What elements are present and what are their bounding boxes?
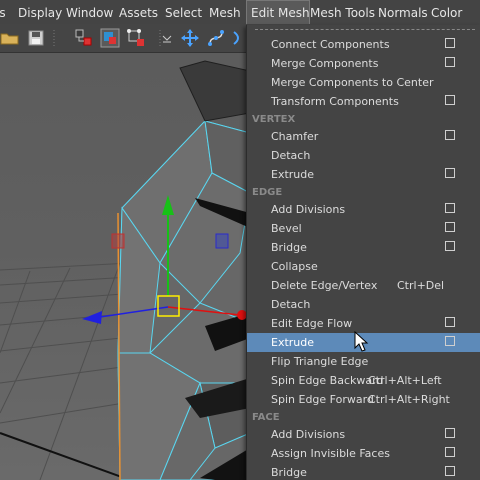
option-box-icon[interactable] bbox=[445, 447, 455, 457]
menu-item-label: Extrude bbox=[271, 336, 315, 349]
menu-item-label: Detach bbox=[271, 149, 311, 162]
menu-item-label: Spin Edge Backward bbox=[271, 374, 384, 387]
tear-off-line[interactable] bbox=[255, 29, 475, 30]
menu-item-edge-spin-edge-forward[interactable]: Spin Edge Forward Ctrl+Alt+Right bbox=[247, 390, 480, 409]
option-box-icon[interactable] bbox=[445, 428, 455, 438]
menu-item-face-assign-invisible-faces[interactable]: Assign Invisible Faces bbox=[247, 444, 480, 463]
section-header-vertex: VERTEX bbox=[252, 114, 296, 125]
menu-item-label: Connect Components bbox=[271, 38, 390, 51]
menu-item-merge-components[interactable]: Merge Components bbox=[247, 54, 480, 73]
menu-item-label: Detach bbox=[271, 298, 311, 311]
menu-item-edge-spin-edge-backward[interactable]: Spin Edge Backward Ctrl+Alt+Left bbox=[247, 371, 480, 390]
menu-item-edge-bevel[interactable]: Bevel bbox=[247, 219, 480, 238]
move-snap-icon[interactable] bbox=[180, 28, 200, 48]
menu-item-label: Collapse bbox=[271, 260, 318, 273]
option-box-icon[interactable] bbox=[445, 57, 455, 67]
menu-item-edge-collapse[interactable]: Collapse bbox=[247, 257, 480, 276]
menu-item-edge-add-divisions[interactable]: Add Divisions bbox=[247, 200, 480, 219]
toolbar-separator bbox=[50, 28, 58, 48]
save-icon[interactable] bbox=[26, 28, 46, 48]
menu-item-shortcut: Ctrl+Del bbox=[397, 279, 445, 292]
menu-item-label: Spin Edge Forward bbox=[271, 393, 374, 406]
mouse-cursor-icon bbox=[354, 331, 369, 352]
menu-item-label: Edit Edge Flow bbox=[271, 317, 353, 330]
menu-item-face-bridge[interactable]: Bridge bbox=[247, 463, 480, 480]
menu-item-shortcut: Ctrl+Alt+Left bbox=[368, 374, 442, 387]
menu-item-connect-components[interactable]: Connect Components bbox=[247, 35, 480, 54]
option-box-icon[interactable] bbox=[445, 317, 455, 327]
option-box-icon[interactable] bbox=[445, 130, 455, 140]
chevron-down-icon[interactable] bbox=[160, 28, 174, 48]
plane-handle-xy[interactable] bbox=[111, 233, 125, 249]
menubar-item-window[interactable]: Window bbox=[66, 0, 113, 24]
menu-item-label: Bevel bbox=[271, 222, 302, 235]
section-header-edge: EDGE bbox=[252, 187, 283, 198]
select-by-component-icon[interactable] bbox=[126, 28, 146, 48]
menu-item-shortcut: Ctrl+Alt+Right bbox=[368, 393, 450, 406]
menu-item-merge-components-to-center[interactable]: Merge Components to Center bbox=[247, 73, 480, 92]
edit-mesh-menu: Connect Components Merge Components Merge … bbox=[246, 25, 480, 480]
menu-item-label: Bridge bbox=[271, 241, 307, 254]
option-box-icon[interactable] bbox=[445, 466, 455, 476]
menu-item-transform-components[interactable]: Transform Components bbox=[247, 92, 480, 111]
menu-item-label: Chamfer bbox=[271, 130, 319, 143]
menu-item-label: Flip Triangle Edge bbox=[271, 355, 369, 368]
option-box-icon[interactable] bbox=[445, 222, 455, 232]
menu-item-label: Bridge bbox=[271, 466, 307, 479]
plane-handle-yz[interactable] bbox=[215, 233, 229, 249]
menubar-item-mesh[interactable]: Mesh bbox=[209, 0, 241, 24]
menu-item-vertex-detach[interactable]: Detach bbox=[247, 146, 480, 165]
menubar-item-select[interactable]: Select bbox=[165, 0, 202, 24]
menu-item-edge-delete-edge-vertex[interactable]: Delete Edge/Vertex Ctrl+Del bbox=[247, 276, 480, 295]
menu-item-edge-bridge[interactable]: Bridge bbox=[247, 238, 480, 257]
menubar-item-mesh-tools[interactable]: Mesh Tools bbox=[310, 0, 375, 24]
menu-item-label: Merge Components bbox=[271, 57, 379, 70]
select-by-hierarchy-icon[interactable] bbox=[74, 28, 94, 48]
menubar-item-edit-mesh[interactable]: Edit Mesh bbox=[246, 0, 310, 24]
menu-item-label: Add Divisions bbox=[271, 203, 346, 216]
snap-icon-partial[interactable] bbox=[232, 28, 246, 48]
snap-curve-icon[interactable] bbox=[206, 28, 226, 48]
menubar-item-color[interactable]: Color bbox=[431, 0, 462, 24]
menu-item-label: Extrude bbox=[271, 168, 315, 181]
option-box-icon[interactable] bbox=[445, 95, 455, 105]
menu-item-face-add-divisions[interactable]: Add Divisions bbox=[247, 425, 480, 444]
option-box-icon[interactable] bbox=[445, 241, 455, 251]
select-by-object-icon[interactable] bbox=[100, 28, 120, 48]
menu-item-vertex-extrude[interactable]: Extrude bbox=[247, 165, 480, 184]
menubar-item-assets[interactable]: Assets bbox=[119, 0, 158, 24]
menu-item-label: Add Divisions bbox=[271, 428, 346, 441]
open-folder-icon[interactable] bbox=[0, 28, 20, 48]
menu-item-edge-flip-triangle-edge[interactable]: Flip Triangle Edge bbox=[247, 352, 480, 371]
menubar-item-display[interactable]: Display bbox=[18, 0, 62, 24]
menu-item-vertex-chamfer[interactable]: Chamfer bbox=[247, 127, 480, 146]
option-box-icon[interactable] bbox=[445, 38, 455, 48]
menubar-item-es[interactable]: es bbox=[0, 0, 6, 24]
option-box-icon[interactable] bbox=[445, 168, 455, 178]
menu-item-label: Transform Components bbox=[271, 95, 399, 108]
menu-item-edge-detach[interactable]: Detach bbox=[247, 295, 480, 314]
option-box-icon[interactable] bbox=[445, 336, 455, 346]
option-box-icon[interactable] bbox=[445, 203, 455, 213]
menu-bar: es DisplayWindowAssets Select MeshEdit Mesh… bbox=[0, 0, 480, 25]
menu-item-label: Delete Edge/Vertex bbox=[271, 279, 378, 292]
section-header-face: FACE bbox=[252, 412, 280, 423]
menu-item-label: Merge Components to Center bbox=[271, 76, 434, 89]
menubar-item-normals[interactable]: Normals bbox=[378, 0, 428, 24]
menu-item-label: Assign Invisible Faces bbox=[271, 447, 390, 460]
